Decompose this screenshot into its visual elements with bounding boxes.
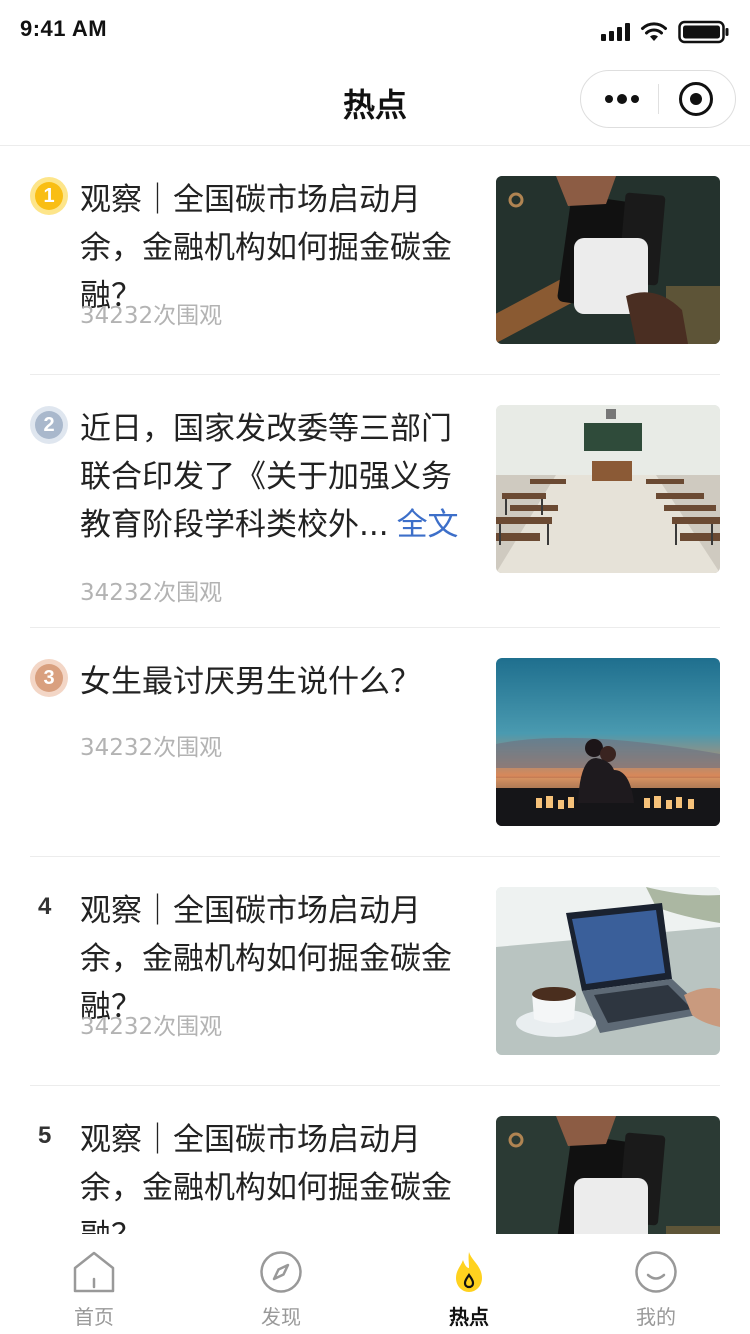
- item-views: 34232次围观: [80, 1014, 223, 1040]
- rank-number: 3: [35, 664, 63, 692]
- status-icons: [601, 20, 730, 44]
- tab-bar: 首页 发现 热点 我的: [0, 1234, 750, 1334]
- rank-silver-medal-icon: 2: [30, 406, 68, 444]
- cellular-signal-icon: [601, 23, 630, 41]
- flame-icon: [456, 1252, 482, 1292]
- status-time: 9:41 AM: [20, 16, 108, 41]
- status-bar: 9:41 AM: [0, 0, 750, 62]
- item-views: 34232次围观: [80, 303, 223, 329]
- rank-number: 2: [35, 411, 63, 439]
- list-item[interactable]: 2 近日，国家发改委等三部门联合印发了《关于加强义务教育阶段学科类校外... 全文…: [30, 405, 720, 606]
- divider: [30, 1085, 720, 1086]
- list-item[interactable]: 1 观察｜全国碳市场启动月余，金融机构如何掘金碳金融？ 34232次围观: [30, 176, 720, 346]
- card-payment-photo: [496, 176, 720, 344]
- list-item[interactable]: 3 女生最讨厌男生说什么？ 34232次围观: [30, 658, 720, 826]
- home-icon: [73, 1251, 115, 1293]
- divider: [30, 374, 720, 375]
- item-title: 近日，国家发改委等三部门联合印发了《关于加强义务教育阶段学科类校外... 全文: [80, 405, 475, 549]
- tab-hot[interactable]: 热点: [404, 1234, 534, 1334]
- rank-gold-medal-icon: 1: [30, 177, 68, 215]
- wifi-icon: [641, 22, 667, 41]
- laptop-coffee-photo: [496, 887, 720, 1055]
- tab-label: 热点: [449, 1305, 489, 1329]
- divider: [30, 627, 720, 628]
- mini-program-capsule: [580, 70, 736, 128]
- close-target-icon[interactable]: [679, 82, 713, 116]
- tab-discover[interactable]: 发现: [216, 1234, 346, 1334]
- item-title: 观察｜全国碳市场启动月余，金融机构如何掘金碳金融？: [80, 1122, 452, 1234]
- smiley-profile-icon: [635, 1251, 677, 1293]
- read-full-link[interactable]: 全文: [397, 507, 459, 543]
- rank-number: 5: [38, 1122, 52, 1149]
- rank-bronze-medal-icon: 3: [30, 659, 68, 697]
- rank-number: 4: [38, 893, 52, 920]
- hot-list: 1 观察｜全国碳市场启动月余，金融机构如何掘金碳金融？ 34232次围观 2 近…: [0, 146, 750, 1234]
- item-title: 女生最讨厌男生说什么？: [80, 664, 421, 700]
- tab-home[interactable]: 首页: [29, 1234, 159, 1334]
- item-views: 34232次围观: [80, 580, 223, 606]
- compass-icon: [260, 1251, 302, 1293]
- battery-icon: [678, 20, 729, 44]
- tab-mine[interactable]: 我的: [591, 1234, 721, 1334]
- empty-classroom-photo: [496, 405, 720, 573]
- list-item[interactable]: 5 观察｜全国碳市场启动月余，金融机构如何掘金碳金融？: [30, 1116, 720, 1234]
- couple-sunset-photo: [496, 658, 720, 826]
- tab-label: 发现: [261, 1305, 301, 1329]
- tab-label: 我的: [636, 1305, 676, 1329]
- capsule-divider: [658, 84, 659, 114]
- more-dots-icon[interactable]: [601, 71, 643, 127]
- nav-bar: 热点: [0, 62, 750, 146]
- item-views: 34232次围观: [80, 735, 223, 761]
- card-payment-photo: [496, 1116, 720, 1234]
- tab-label: 首页: [74, 1305, 114, 1329]
- list-item[interactable]: 4 观察｜全国碳市场启动月余，金融机构如何掘金碳金融？ 34232次围观: [30, 887, 720, 1057]
- rank-number: 1: [35, 182, 63, 210]
- divider: [30, 856, 720, 857]
